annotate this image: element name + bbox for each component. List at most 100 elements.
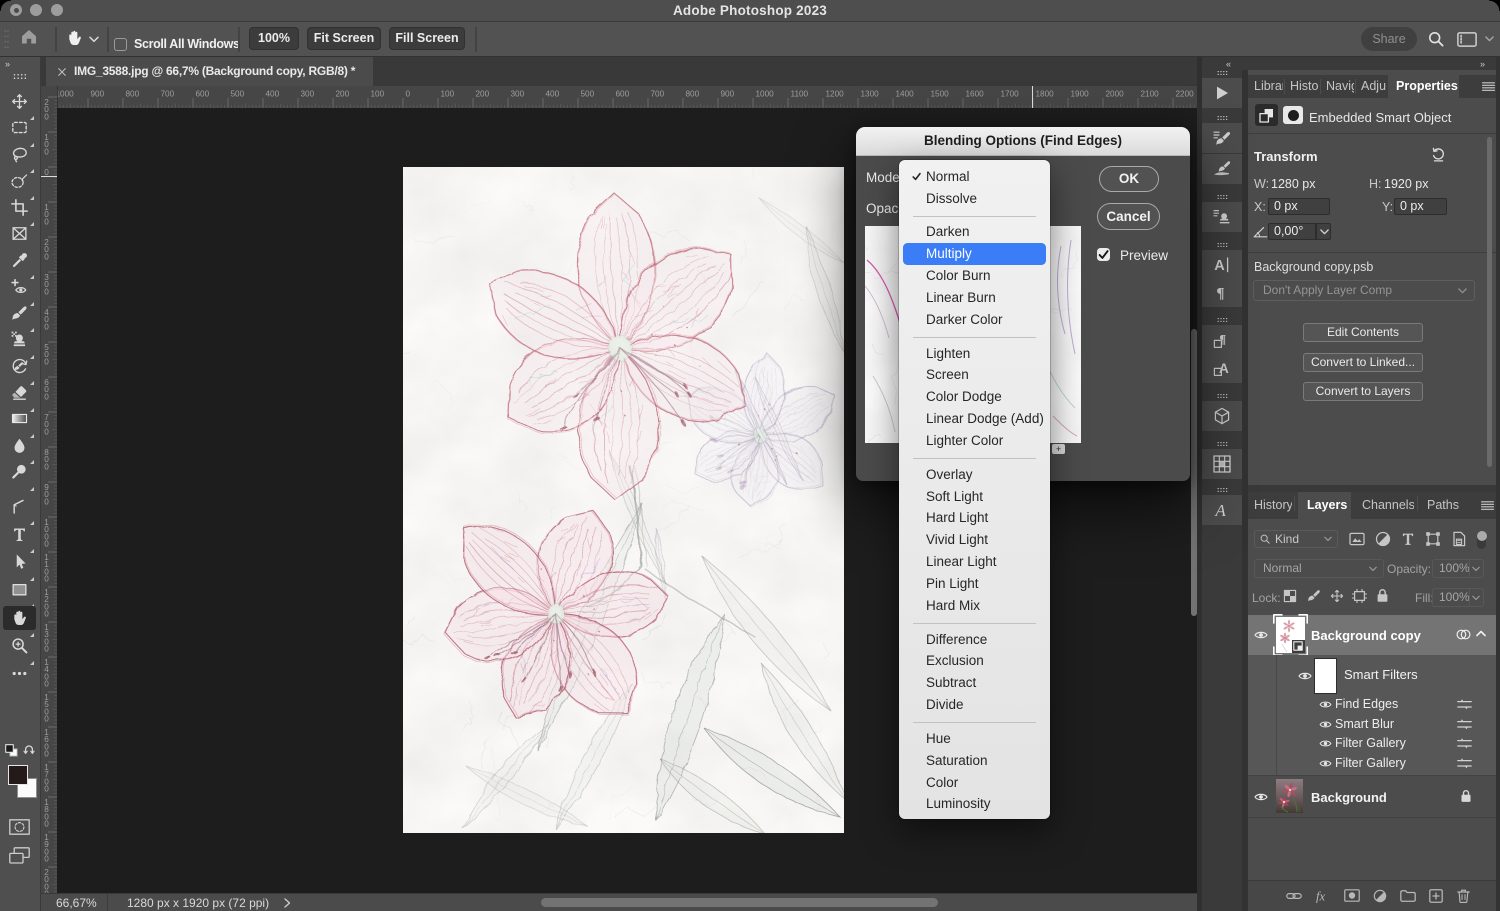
foreground-color-swatch[interactable] (8, 765, 28, 785)
tab-history[interactable]: History (1248, 492, 1292, 519)
tool-dodge[interactable] (3, 460, 36, 484)
search-icon[interactable] (1428, 31, 1444, 47)
blend-mode-option-lighten[interactable]: Lighten (903, 343, 1046, 365)
edit-contents-button[interactable]: Edit Contents (1303, 323, 1423, 342)
fill-select[interactable]: 100% (1432, 588, 1484, 607)
blend-mode-option-darken[interactable]: Darken (903, 221, 1046, 243)
blend-mode-option-hue[interactable]: Hue (903, 728, 1046, 750)
hand-tool-icon[interactable] (66, 29, 83, 46)
blend-mode-option-color[interactable]: Color (903, 772, 1046, 794)
blend-mode-option-vivid-light[interactable]: Vivid Light (903, 529, 1046, 551)
share-button[interactable]: Share (1361, 27, 1417, 51)
horizontal-ruler[interactable]: 1000900800700600500400300200100010020030… (57, 86, 1197, 109)
lock-pixels-icon[interactable] (1307, 589, 1321, 603)
filter-eye-icon[interactable] (1319, 700, 1332, 709)
tool-historybrush[interactable] (3, 354, 36, 378)
tool-ellipsis[interactable] (3, 661, 36, 685)
blend-mode-option-overlay[interactable]: Overlay (903, 464, 1046, 486)
vertical-ruler[interactable]: 2001000100200300400500600700800900100011… (41, 86, 58, 911)
tool-hand[interactable] (3, 606, 36, 630)
tab-adjustments[interactable]: Adjustments (1359, 75, 1386, 98)
toolbar-drag-handle[interactable] (0, 72, 40, 80)
tool-objselect[interactable] (3, 169, 36, 193)
blend-mode-option-multiply[interactable]: Multiply (903, 243, 1046, 265)
panel-strip-handle[interactable] (1202, 192, 1242, 201)
panel-strip-handle[interactable] (1202, 391, 1242, 400)
add-mask-icon[interactable] (1344, 889, 1360, 902)
blend-mode-option-hard-light[interactable]: Hard Light (903, 507, 1046, 529)
filter-shape-layers-icon[interactable] (1425, 531, 1441, 547)
panel-strip-handle[interactable] (1202, 439, 1242, 448)
convert-to-linked-button[interactable]: Convert to Linked... (1303, 353, 1423, 372)
layer-row-background[interactable]: Background (1248, 775, 1496, 818)
layer-comp-select[interactable]: Don't Apply Layer Comp (1253, 280, 1475, 301)
blend-mode-option-darker-color[interactable]: Darker Color (903, 309, 1046, 331)
panel-strip-3d[interactable] (1202, 401, 1242, 431)
filter-pixel-layers-icon[interactable] (1349, 531, 1365, 547)
layer-thumbnail[interactable] (1276, 617, 1305, 653)
smart-filter-indicator-icon[interactable] (1456, 628, 1471, 641)
mask-properties-button[interactable] (1283, 106, 1303, 124)
filter-eye-icon[interactable] (1319, 739, 1332, 748)
fill-screen-button[interactable]: Fill Screen (389, 27, 465, 50)
screen-mode-icon[interactable] (9, 847, 30, 864)
layer-filtering-toggle[interactable] (1477, 532, 1486, 549)
blend-mode-option-luminosity[interactable]: Luminosity (903, 793, 1046, 815)
blend-mode-option-hard-mix[interactable]: Hard Mix (903, 595, 1046, 617)
layer-effects-icon[interactable]: fx (1316, 889, 1331, 903)
panel-strip-paragraph-styles[interactable]: ¶ (1202, 325, 1242, 355)
filter-blending-options-icon[interactable] (1457, 698, 1472, 711)
blend-mode-option-lighter-color[interactable]: Lighter Color (903, 430, 1046, 452)
new-group-icon[interactable] (1400, 889, 1416, 902)
background-thumbnail[interactable] (1276, 779, 1303, 813)
tool-blur[interactable] (3, 433, 36, 457)
filter-eye-icon[interactable] (1319, 720, 1332, 729)
document-tab[interactable]: IMG_3588.jpg @ 66,7% (Background copy, R… (46, 57, 373, 86)
panel-strip-handle[interactable] (1202, 240, 1242, 249)
convert-to-layers-button[interactable]: Convert to Layers (1303, 382, 1423, 401)
tab-navigator[interactable]: Navigator (1324, 75, 1354, 98)
angle-input[interactable]: 0,00° (1268, 223, 1316, 240)
close-document-icon[interactable] (57, 67, 67, 77)
horizontal-scrollbar-thumb[interactable] (541, 898, 938, 907)
filter-eye-icon[interactable] (1319, 759, 1332, 768)
reset-transform-icon[interactable] (1431, 147, 1446, 162)
tool-move[interactable] (3, 89, 36, 113)
tab-paths[interactable]: Paths (1423, 492, 1465, 519)
filter-blending-options-icon[interactable] (1457, 757, 1472, 770)
smart-filter-row-filter-gallery-2[interactable]: Filter Gallery (1248, 734, 1496, 754)
cancel-button[interactable]: Cancel (1097, 203, 1160, 230)
options-bar-grip[interactable] (4, 29, 9, 50)
panel-strip-pattern-preview[interactable] (1202, 449, 1242, 479)
smart-filter-row-smart-blur[interactable]: Smart Blur (1248, 715, 1496, 735)
panel-strip-handle[interactable] (1202, 68, 1242, 77)
filter-adjustment-layers-icon[interactable] (1375, 531, 1391, 547)
blend-mode-option-difference[interactable]: Difference (903, 629, 1046, 651)
filter-blending-options-icon[interactable] (1457, 737, 1472, 750)
preview-checkbox[interactable] (1097, 248, 1110, 261)
ok-button[interactable]: OK (1099, 166, 1159, 192)
status-popup-chevron-icon[interactable] (284, 898, 291, 908)
tool-brush[interactable] (3, 301, 36, 325)
panel-strip-handle[interactable] (1202, 485, 1242, 494)
blend-mode-option-exclusion[interactable]: Exclusion (903, 650, 1046, 672)
layer-visibility-eye-icon[interactable] (1254, 630, 1268, 640)
lock-transparent-icon[interactable] (1283, 589, 1297, 603)
quick-mask-icon[interactable] (9, 819, 30, 835)
pin-smart-object-button[interactable] (1255, 104, 1278, 126)
panel-strip-handle[interactable] (1202, 315, 1242, 324)
layer1-name[interactable]: Background copy (1311, 628, 1421, 643)
tab-properties[interactable]: Properties (1388, 75, 1459, 98)
tool-lasso[interactable] (3, 142, 36, 166)
tool-marquee[interactable] (3, 116, 36, 140)
filter-mask-thumbnail[interactable] (1315, 659, 1336, 693)
tool-redeye[interactable] (3, 275, 36, 299)
layer-row-background-copy[interactable]: Background copy (1248, 615, 1496, 655)
panel-strip-character[interactable]: A (1202, 250, 1242, 280)
zoom-level-field[interactable]: 66,67% (56, 896, 97, 910)
tool-stamp[interactable] (3, 328, 36, 352)
smart-filter-row-filter-gallery-3[interactable]: Filter Gallery (1248, 754, 1496, 774)
tool-pathselect[interactable] (3, 550, 36, 574)
blend-mode-select[interactable]: Normal (1254, 559, 1384, 578)
smart-filters-eye-icon[interactable] (1298, 671, 1312, 681)
